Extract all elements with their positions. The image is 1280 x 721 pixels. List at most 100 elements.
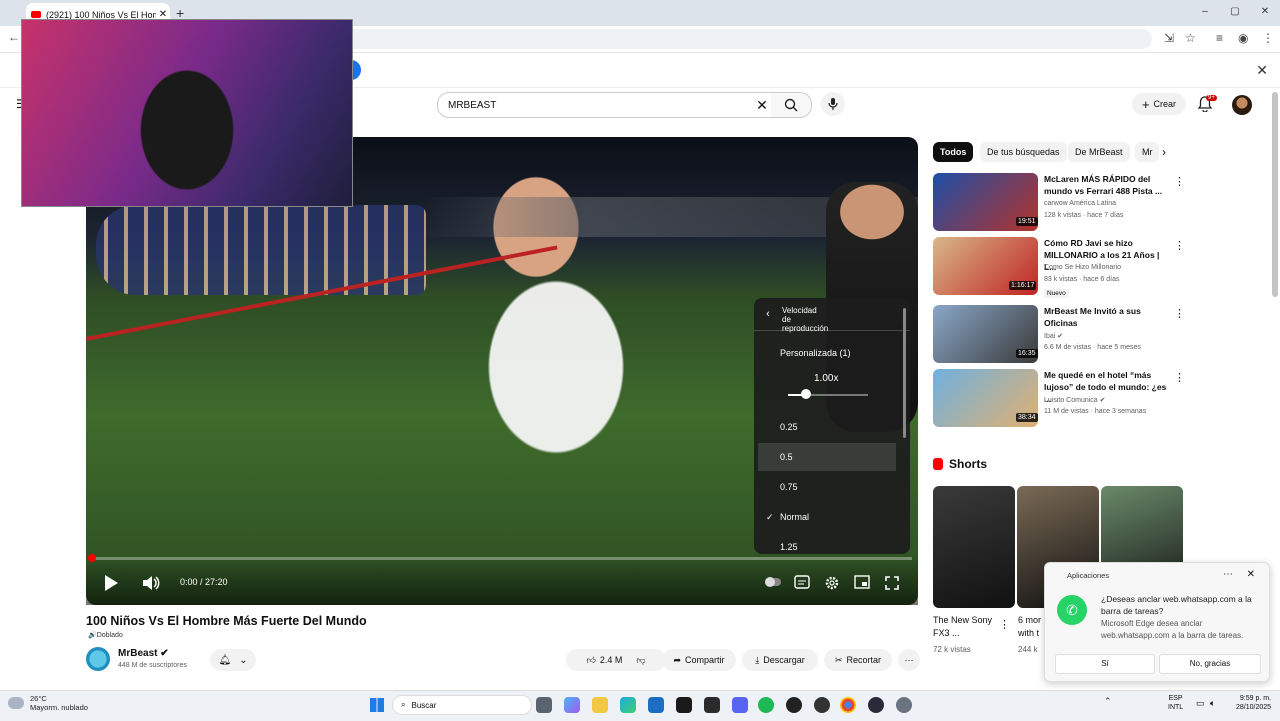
related-video[interactable]: 16:35 MrBeast Me Invitó a sus Oficinas I…: [933, 305, 1185, 367]
search-button[interactable]: [771, 92, 812, 118]
app-icon[interactable]: [814, 697, 830, 713]
menu-dots-icon[interactable]: ⋮: [1262, 31, 1274, 45]
create-button[interactable]: + Crear: [1132, 93, 1186, 115]
maximize-button[interactable]: ▢: [1220, 0, 1250, 24]
short-caption[interactable]: The New Sony FX3 ...: [933, 614, 993, 640]
share-button[interactable]: ➦ Compartir: [662, 649, 736, 671]
decline-button[interactable]: No, gracias: [1159, 654, 1261, 674]
edge-icon[interactable]: [620, 697, 636, 713]
search-icon: ⌕: [401, 700, 406, 709]
speed-option[interactable]: 0.5: [758, 443, 896, 471]
channel-avatar[interactable]: [86, 647, 110, 671]
related-channel[interactable]: carwow América Latina: [1044, 200, 1116, 207]
short-caption[interactable]: 6 mor with t: [1018, 614, 1046, 640]
new-badge: Nuevo: [1044, 289, 1069, 298]
task-view-icon[interactable]: [536, 697, 552, 713]
file-explorer-icon[interactable]: [592, 697, 608, 713]
speed-option[interactable]: 1.25: [754, 533, 910, 561]
more-options-icon[interactable]: ⋮: [1174, 175, 1185, 188]
capcut-icon[interactable]: [676, 697, 692, 713]
chevron-right-icon[interactable]: ›: [1162, 145, 1166, 159]
profile-icon[interactable]: ◉: [1238, 31, 1248, 45]
store-icon[interactable]: [648, 697, 664, 713]
subscription-bell-button[interactable]: 🔔︎ ⌄: [210, 649, 256, 671]
play-button[interactable]: [102, 574, 120, 597]
app-icon[interactable]: [786, 697, 802, 713]
close-infobar-icon[interactable]: ✕: [1256, 62, 1268, 79]
more-options-icon[interactable]: ⋮: [1174, 371, 1185, 384]
search-input[interactable]: MRBEAST: [438, 100, 752, 111]
duration-badge: 1:16:17: [1009, 281, 1037, 290]
close-icon[interactable]: ✕: [1247, 569, 1255, 580]
settings-gear-icon[interactable]: [824, 575, 840, 591]
chip-all[interactable]: Todos: [933, 142, 974, 162]
related-channel[interactable]: Ibai ✔: [1044, 332, 1063, 340]
clock[interactable]: 9:59 p. m. 28/10/2025: [1236, 694, 1271, 712]
custom-speed-label[interactable]: Personalizada (1): [780, 348, 851, 358]
download-button[interactable]: ⤓ Descargar: [742, 649, 818, 671]
spotify-icon[interactable]: [758, 697, 774, 713]
channel-name[interactable]: MrBeast ✔: [118, 648, 169, 659]
close-window-button[interactable]: ✕: [1250, 0, 1280, 24]
bookmark-star-icon[interactable]: ☆: [1185, 31, 1196, 45]
app-icon[interactable]: [868, 697, 884, 713]
related-video[interactable]: 19:51 McLaren MÁS RÁPIDO del mundo vs Fe…: [933, 173, 1185, 235]
volume-tray-icon[interactable]: 🔈︎: [1210, 698, 1215, 709]
related-video[interactable]: 38:34 Me quedé en el hotel “más lujoso” …: [933, 369, 1185, 431]
minimize-button[interactable]: –: [1190, 0, 1220, 24]
more-dots-icon[interactable]: ⋯: [1223, 569, 1233, 580]
page-scrollbar[interactable]: [1272, 92, 1278, 297]
fullscreen-icon[interactable]: [884, 575, 900, 591]
weather-widget[interactable]: 26°C Mayorm. nublado: [8, 694, 88, 712]
discord-icon[interactable]: [732, 697, 748, 713]
speed-slider-knob[interactable]: [801, 389, 811, 399]
miniplayer-icon[interactable]: [854, 575, 870, 591]
duration-badge: 16:35: [1016, 349, 1038, 358]
dislike-button[interactable]: 👎︎: [636, 655, 645, 666]
progress-scrubber[interactable]: [88, 554, 96, 562]
speed-menu-scrollbar[interactable]: [903, 308, 906, 438]
related-title[interactable]: McLaren MÁS RÁPIDO del mundo vs Ferrari …: [1044, 173, 1168, 197]
clip-button[interactable]: ✂ Recortar: [824, 649, 892, 671]
related-channel[interactable]: Luisito Comunica ✔: [1044, 396, 1106, 404]
voice-search-button[interactable]: [821, 92, 845, 116]
account-avatar[interactable]: [1232, 95, 1252, 115]
install-app-icon[interactable]: ⇲: [1164, 31, 1174, 45]
settings-icon[interactable]: [896, 697, 912, 713]
speed-option[interactable]: ✓ Normal: [754, 503, 910, 531]
volume-button[interactable]: [142, 575, 160, 596]
display-icon[interactable]: ▭: [1196, 698, 1205, 709]
reading-list-icon[interactable]: ≡: [1216, 31, 1223, 45]
speed-option[interactable]: 0.25: [754, 413, 910, 441]
chip-from-mrbeast[interactable]: De MrBeast: [1068, 142, 1130, 162]
like-button[interactable]: 👍︎ 2.4 M: [586, 655, 622, 666]
accept-button[interactable]: Sí: [1055, 654, 1155, 674]
speed-option[interactable]: 0.75: [754, 473, 910, 501]
app-icon[interactable]: [704, 697, 720, 713]
subtitles-icon[interactable]: [794, 575, 810, 591]
start-button[interactable]: [370, 698, 384, 712]
chevron-left-icon[interactable]: ‹: [754, 308, 782, 320]
back-arrow-icon[interactable]: ←: [8, 30, 20, 44]
related-video[interactable]: 1:16:17 Cómo RD Javi se hizo MILLONARIO …: [933, 237, 1185, 299]
related-channel[interactable]: Como Se Hizo Millonario: [1044, 264, 1121, 271]
chip-from-searches[interactable]: De tus búsquedas: [980, 142, 1067, 162]
more-options-icon[interactable]: ⋮: [1174, 239, 1185, 252]
youtube-favicon-icon: [31, 11, 41, 18]
more-options-icon[interactable]: ⋮: [999, 618, 1010, 631]
autoplay-toggle-icon[interactable]: [764, 575, 781, 591]
short-thumbnail[interactable]: [933, 486, 1015, 608]
more-options-icon[interactable]: ⋮: [1174, 307, 1185, 320]
chevron-down-icon: ⌄: [239, 654, 248, 666]
chip-more[interactable]: Mr: [1135, 142, 1159, 162]
language-indicator[interactable]: ESP INTL: [1168, 694, 1183, 712]
search-box[interactable]: MRBEAST ✕: [437, 92, 773, 118]
more-actions-button[interactable]: ⋯: [898, 649, 920, 671]
chevron-up-icon[interactable]: ⌃: [1104, 696, 1112, 707]
copilot-icon[interactable]: [564, 697, 580, 713]
chrome-icon[interactable]: [840, 697, 856, 713]
clear-search-icon[interactable]: ✕: [752, 97, 772, 114]
taskbar-search[interactable]: ⌕ Buscar: [392, 695, 532, 715]
speed-menu-header[interactable]: ‹ Velocidad de reproducción: [754, 298, 910, 333]
related-title[interactable]: MrBeast Me Invitó a sus Oficinas: [1044, 305, 1168, 329]
